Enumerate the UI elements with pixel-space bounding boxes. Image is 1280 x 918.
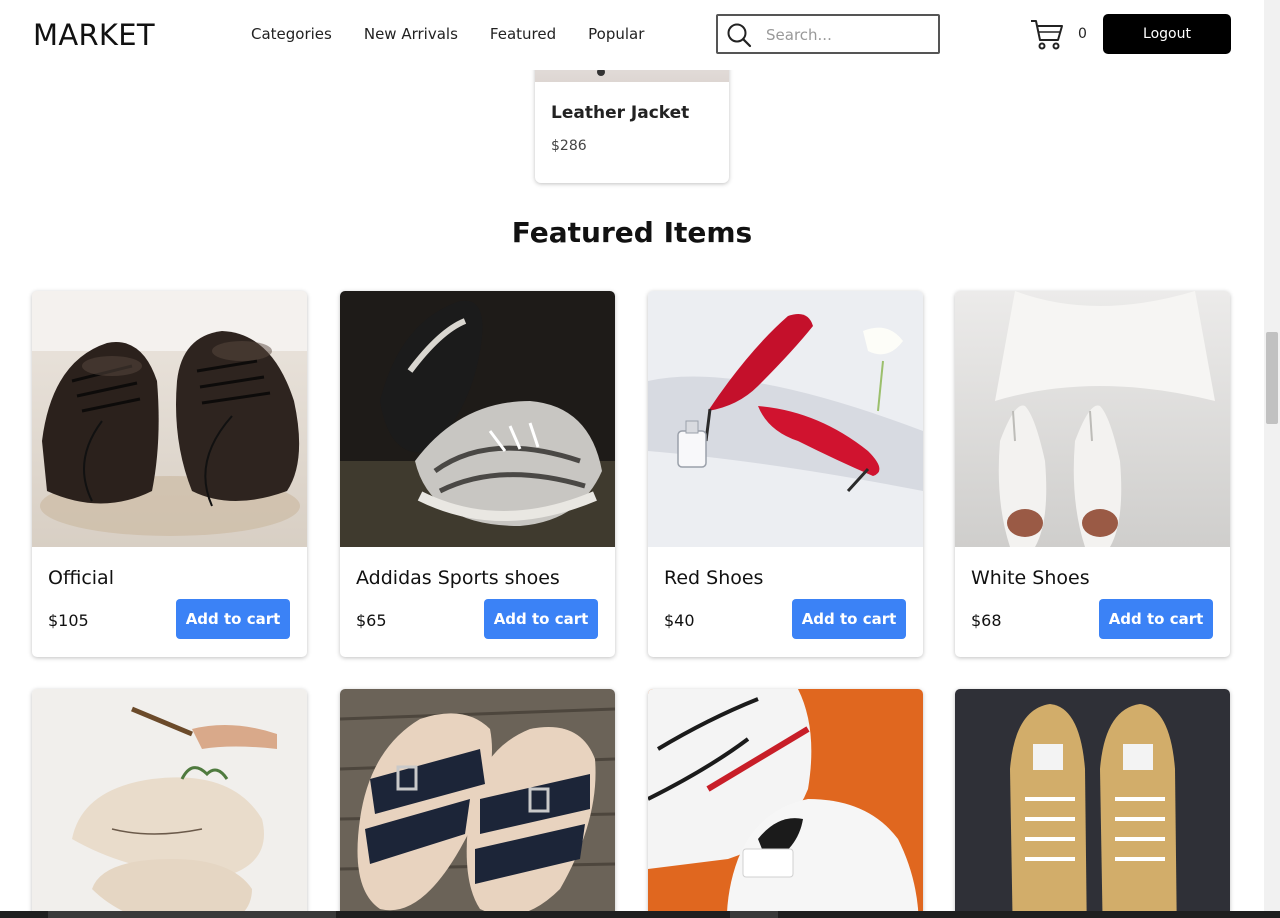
- nav-featured[interactable]: Featured: [490, 25, 556, 43]
- product-card[interactable]: [955, 689, 1230, 918]
- product-card[interactable]: [340, 689, 615, 918]
- top-header: MARKET Categories New Arrivals Featured …: [0, 0, 1264, 70]
- product-price: $65: [356, 611, 387, 630]
- search-box: [716, 14, 940, 54]
- product-name: Addidas Sports shoes: [356, 567, 560, 589]
- product-name: White Shoes: [971, 567, 1090, 589]
- nav-new-arrivals[interactable]: New Arrivals: [364, 25, 458, 43]
- tan-vans-sneakers-image: [955, 689, 1230, 918]
- site-logo[interactable]: MARKET: [33, 18, 155, 52]
- product-card[interactable]: Red Shoes $40 Add to cart: [648, 291, 923, 657]
- product-card[interactable]: Official $105 Add to cart: [32, 291, 307, 657]
- product-price: $286: [551, 138, 587, 154]
- painted-canvas-sneakers-image: [32, 689, 307, 918]
- product-card[interactable]: Addidas Sports shoes $65 Add to cart: [340, 291, 615, 657]
- nav-popular[interactable]: Popular: [588, 25, 644, 43]
- white-bridal-pumps-image: [955, 291, 1230, 547]
- os-taskbar: [0, 911, 1280, 918]
- add-to-cart-button[interactable]: Add to cart: [484, 599, 598, 639]
- scrollbar-thumb[interactable]: [1266, 332, 1278, 424]
- search-input[interactable]: [766, 22, 934, 48]
- add-to-cart-button[interactable]: Add to cart: [792, 599, 906, 639]
- black-white-knit-sneakers-image: [340, 291, 615, 547]
- vertical-scrollbar[interactable]: [1264, 0, 1280, 918]
- cart-icon[interactable]: [1029, 16, 1065, 52]
- logout-button[interactable]: Logout: [1103, 14, 1231, 54]
- product-card[interactable]: [32, 689, 307, 918]
- product-name: Red Shoes: [664, 567, 764, 589]
- product-price: $40: [664, 611, 695, 630]
- product-price: $68: [971, 611, 1002, 630]
- search-icon[interactable]: [726, 22, 752, 48]
- product-price: $105: [48, 611, 89, 630]
- black-leather-dress-shoes-image: [32, 291, 307, 547]
- cart-count: 0: [1078, 26, 1087, 42]
- product-card[interactable]: [648, 689, 923, 918]
- product-name: Official: [48, 567, 114, 589]
- red-high-heels-image: [648, 291, 923, 547]
- add-to-cart-button[interactable]: Add to cart: [176, 599, 290, 639]
- navy-buckle-sandals-image: [340, 689, 615, 918]
- add-to-cart-button[interactable]: Add to cart: [1099, 599, 1213, 639]
- section-title: Featured Items: [511, 216, 753, 249]
- nav-categories[interactable]: Categories: [251, 25, 332, 43]
- product-name: Leather Jacket: [551, 103, 690, 123]
- white-nike-air-sneakers-image: [648, 689, 923, 918]
- product-card[interactable]: White Shoes $68 Add to cart: [955, 291, 1230, 657]
- main-nav: Categories New Arrivals Featured Popular: [251, 25, 676, 43]
